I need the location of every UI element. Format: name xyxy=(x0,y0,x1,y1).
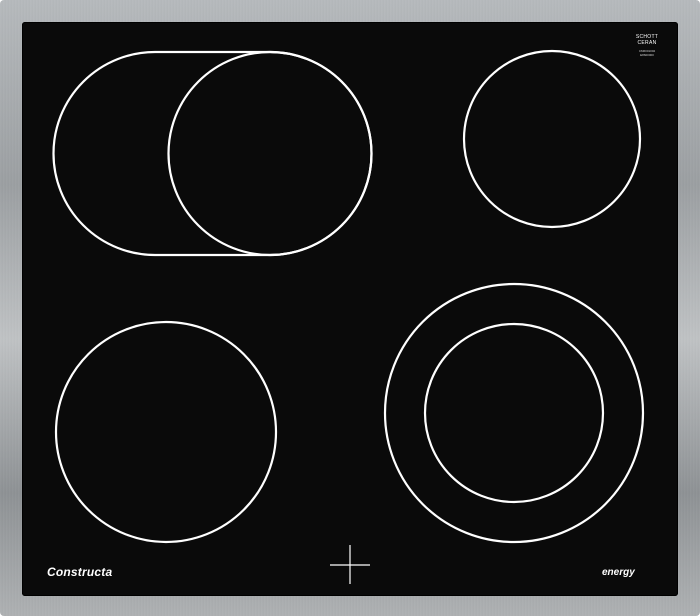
energy-label: energy xyxy=(602,567,635,578)
brand-logo: Constructa xyxy=(47,565,113,579)
rear-left-extended-zone xyxy=(52,50,373,257)
rear-left-zone-outer-outline xyxy=(52,50,373,257)
cooktop-frame: SCHOTT CERAN CM6001002 E8600000 Construc… xyxy=(0,0,700,616)
cooking-zones xyxy=(52,49,645,584)
front-right-zone-outer-ring xyxy=(383,282,645,544)
front-left-zone xyxy=(54,320,278,544)
front-right-zone-inner-ring xyxy=(423,322,605,504)
glass-code-secondary: E8600000 xyxy=(640,53,654,57)
glass-maker-product: CERAN xyxy=(637,40,657,46)
rear-right-zone xyxy=(462,49,642,229)
center-cross-marker xyxy=(330,545,370,584)
glass-maker-logo: SCHOTT CERAN CM6001002 E8600000 xyxy=(632,34,662,57)
rear-left-zone-inner-circle xyxy=(167,50,373,257)
front-right-zone xyxy=(383,282,645,544)
